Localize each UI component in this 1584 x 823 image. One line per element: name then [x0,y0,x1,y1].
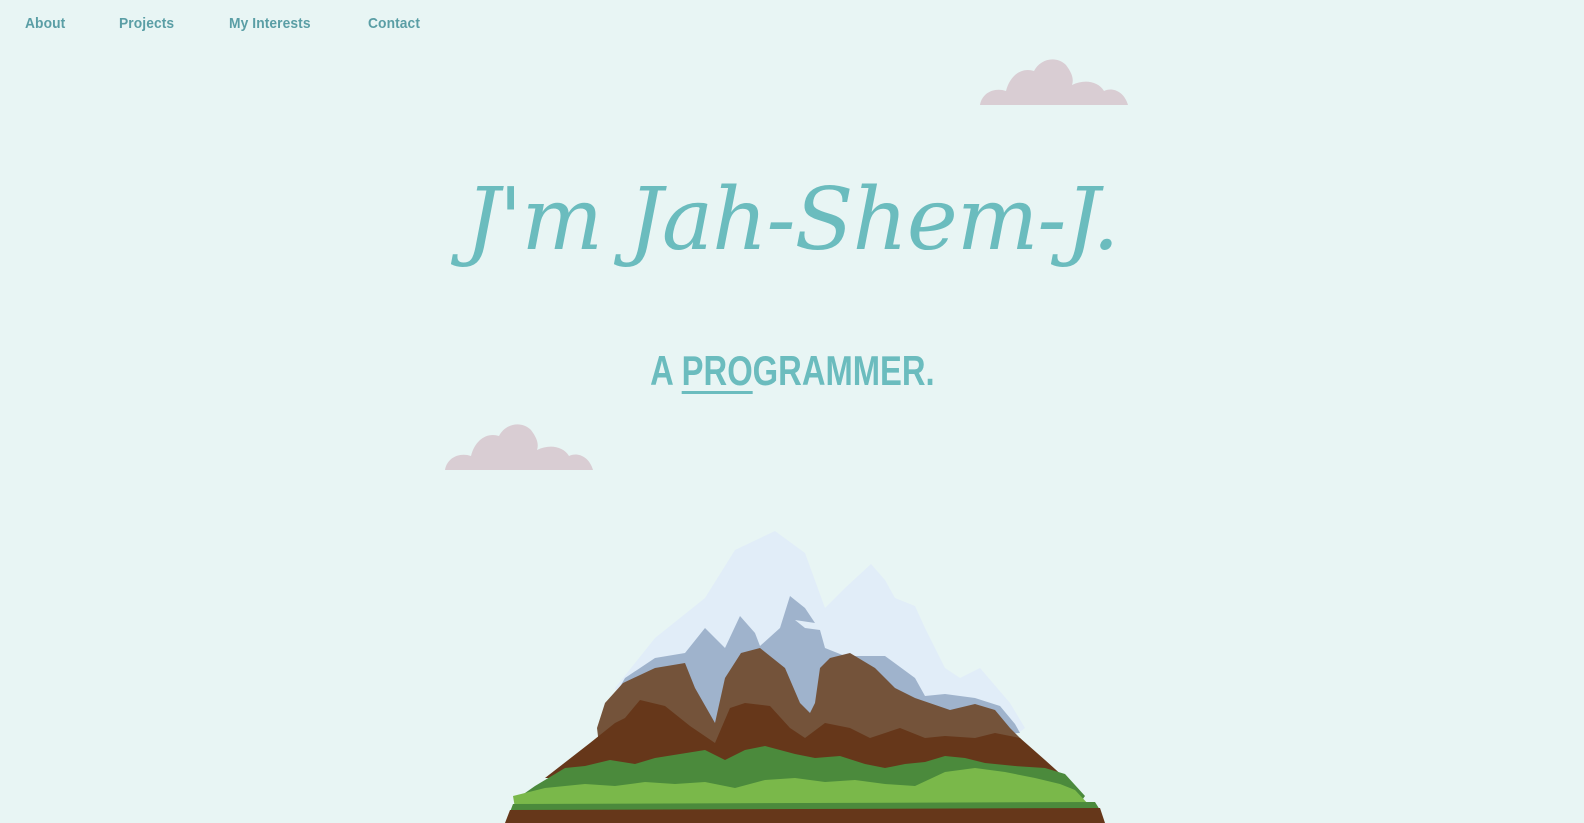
subtitle-rest: GRAMMER. [752,347,935,394]
subtitle-typed-text: PRO [681,347,753,394]
hero-title: J'm Jah-Shem-J. [465,170,1119,270]
nav-link-contact[interactable]: Contact [368,14,420,34]
nav-link-projects[interactable]: Projects [119,14,174,34]
nav-link-about[interactable]: About [25,14,65,34]
subtitle-prefix: A [649,347,682,394]
mountain-illustration [505,531,1105,823]
top-navigation: About Projects My Interests Contact [25,14,474,34]
hero-subtitle: A PROGRAMMER. [0,345,1584,397]
cloud-icon [445,424,593,470]
cloud-icon [980,59,1128,105]
nav-link-my-interests[interactable]: My Interests [229,14,311,34]
